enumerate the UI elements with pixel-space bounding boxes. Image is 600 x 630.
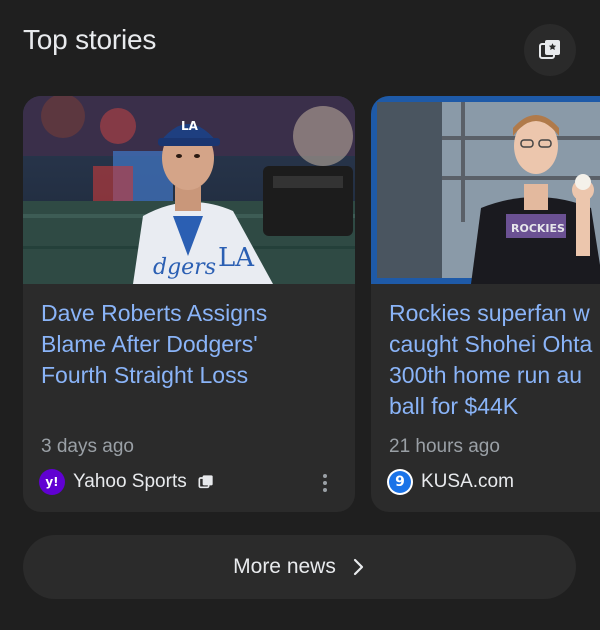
svg-text:ROCKIES: ROCKIES	[511, 222, 565, 235]
dodgers-player-dugout-photo: dgers LA LA	[23, 96, 355, 284]
story-time: 3 days ago	[41, 436, 134, 457]
more-options-button[interactable]	[313, 470, 337, 496]
kusa-9-logo-icon: 9	[387, 469, 413, 495]
dot	[323, 488, 327, 492]
story-headline[interactable]: Rockies superfan w caught Shohei Ohta 30…	[389, 298, 600, 422]
news-showcase-icon	[198, 474, 214, 490]
dot	[323, 481, 327, 485]
story-card[interactable]: ROCKIES Rockies superfan w caught Shohei…	[371, 96, 600, 512]
dot	[323, 474, 327, 478]
news-showcase-button[interactable]	[524, 24, 576, 76]
rockies-fan-with-ball-photo: ROCKIES	[371, 96, 600, 284]
source-name: KUSA.com	[421, 471, 514, 492]
story-source: y! Yahoo Sports	[39, 468, 214, 496]
svg-text:LA: LA	[181, 119, 199, 133]
section-title: Top stories	[23, 24, 157, 55]
svg-text:LA: LA	[218, 243, 255, 273]
source-name: Yahoo Sports	[73, 471, 187, 492]
more-news-button[interactable]: More news	[23, 535, 576, 599]
news-showcase-icon	[538, 38, 562, 62]
yahoo-sports-logo-icon: y!	[39, 469, 65, 495]
top-stories-panel: Top stories dgers LA LA Dave Roberts Ass…	[0, 0, 600, 630]
story-time: 21 hours ago	[389, 436, 500, 457]
story-headline[interactable]: Dave Roberts Assigns Blame After Dodgers…	[41, 298, 341, 391]
story-card[interactable]: dgers LA LA Dave Roberts Assigns Blame A…	[23, 96, 355, 512]
chevron-right-icon	[352, 557, 366, 577]
svg-text:dgers: dgers	[153, 255, 216, 280]
story-source: 9 KUSA.com	[387, 468, 514, 496]
stories-carousel[interactable]: dgers LA LA Dave Roberts Assigns Blame A…	[0, 96, 600, 516]
more-news-label: More news	[233, 555, 336, 578]
